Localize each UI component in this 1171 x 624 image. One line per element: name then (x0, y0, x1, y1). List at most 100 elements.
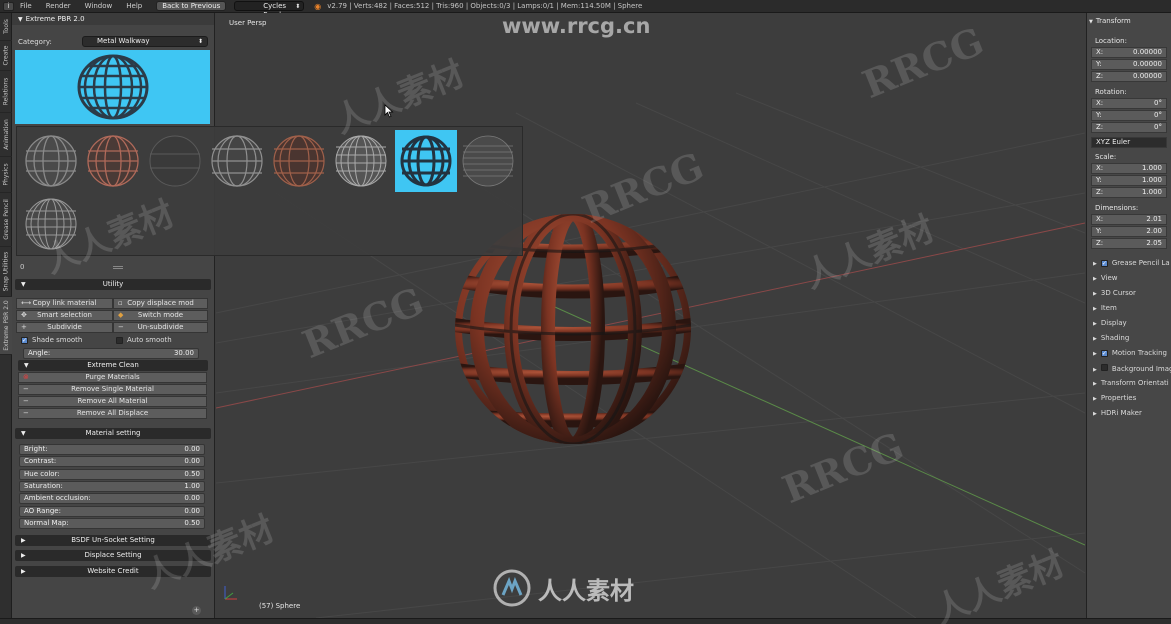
material-thumb[interactable] (20, 130, 82, 192)
section-background-images[interactable]: ▶ Background Imag (1093, 364, 1171, 373)
dimension-y-field[interactable]: Y: 2.00 (1091, 226, 1167, 237)
collapse-icon: ▼ (24, 362, 29, 369)
panel-header[interactable]: ▼ Extreme PBR 2.0 (12, 13, 214, 25)
scale-x-field[interactable]: X: 1.000 (1091, 163, 1167, 174)
back-to-previous-button[interactable]: Back to Previous (156, 1, 227, 11)
section-motion-tracking[interactable]: ▶ ✓ Motion Tracking (1093, 349, 1167, 357)
tab-physics[interactable]: Physics (0, 157, 12, 193)
section-3d-cursor[interactable]: ▶ 3D Cursor (1093, 289, 1136, 297)
normal-map-field[interactable]: Normal Map: 0.50 (19, 518, 205, 529)
menu-render[interactable]: Render (46, 2, 71, 10)
rotation-mode-select[interactable]: XYZ Euler (1091, 137, 1167, 148)
copy-displace-mod-button[interactable]: ▫ Copy displace mod (113, 298, 208, 309)
rotation-y-field[interactable]: Y: 0° (1091, 110, 1167, 121)
auto-smooth-checkbox[interactable]: Auto smooth (116, 336, 172, 344)
section-grease-pencil[interactable]: ▶ ✓ Grease Pencil La (1093, 259, 1170, 267)
section-display[interactable]: ▶ Display (1093, 319, 1127, 327)
collapse-icon: ▼ (21, 430, 26, 437)
location-x-field[interactable]: X: 0.00000 (1091, 47, 1167, 58)
section-hdri-maker[interactable]: ▶ HDRi Maker (1093, 409, 1142, 417)
subdivide-button[interactable]: + Subdivide (16, 322, 113, 333)
tab-extreme-pbr[interactable]: Extreme PBR 2.0 (0, 297, 12, 355)
rotation-x-field[interactable]: X: 0° (1091, 98, 1167, 109)
material-thumb[interactable] (206, 130, 268, 192)
material-preview[interactable] (15, 50, 210, 124)
shade-smooth-checkbox[interactable]: ✓ Shade smooth (21, 336, 82, 344)
extreme-clean-header[interactable]: ▼ Extreme Clean (18, 360, 208, 371)
section-view[interactable]: ▶ View (1093, 274, 1117, 282)
tab-snap-utilities[interactable]: Snap Utilities (0, 247, 12, 297)
material-thumb-selected[interactable] (395, 130, 457, 192)
category-select[interactable]: Metal Walkway (82, 36, 208, 47)
material-browser-popup (16, 126, 523, 256)
section-transform-orientations[interactable]: ▶ Transform Orientati (1093, 379, 1169, 387)
saturation-field[interactable]: Saturation: 1.00 (19, 481, 205, 492)
menu-help[interactable]: Help (126, 2, 142, 10)
collapse-icon: ▼ (18, 16, 23, 23)
cube-icon: ◆ (118, 311, 124, 319)
remove-all-displace-button[interactable]: − Remove All Displace (18, 408, 207, 419)
expand-icon: ▶ (1093, 351, 1097, 357)
tab-relations[interactable]: Relations (0, 71, 12, 113)
copy-link-material-button[interactable]: ⟷ Copy link material (16, 298, 113, 309)
utility-section-header[interactable]: ▼ Utility (15, 279, 211, 290)
render-engine-select[interactable]: Cycles Render (234, 1, 305, 19)
ao-range-field[interactable]: AO Range: 0.00 (19, 506, 205, 517)
material-setting-header[interactable]: ▼ Material setting (15, 428, 211, 439)
tab-animation[interactable]: Animation (0, 113, 12, 157)
expand-icon: ▶ (21, 537, 26, 544)
material-thumb[interactable] (20, 193, 82, 255)
material-thumb[interactable] (330, 130, 392, 192)
tab-create[interactable]: Create (0, 41, 12, 71)
sphere-thumb-icon (400, 135, 452, 187)
transform-header[interactable]: ▼ Transform (1089, 17, 1131, 25)
bsdf-setting-header[interactable]: ▶ BSDF Un-Socket Setting (15, 535, 211, 546)
sphere-thumb-icon (25, 198, 77, 250)
hue-color-field[interactable]: Hue color: 0.50 (19, 469, 205, 480)
3d-viewport[interactable]: User Persp (57) Sphere (216, 13, 1085, 618)
unsubdivide-button[interactable]: − Un-subdivide (113, 322, 208, 333)
website-credit-header[interactable]: ▶ Website Credit (15, 566, 211, 577)
material-thumb[interactable] (144, 130, 206, 192)
remove-single-material-button[interactable]: − Remove Single Material (18, 384, 207, 395)
location-y-field[interactable]: Y: 0.00000 (1091, 59, 1167, 70)
material-thumb[interactable] (82, 130, 144, 192)
material-thumb[interactable] (268, 130, 330, 192)
switch-mode-button[interactable]: ◆ Switch mode (113, 310, 208, 321)
category-value: Metal Walkway (97, 37, 150, 45)
watermark-url: www.rrcg.cn (502, 14, 651, 38)
section-properties[interactable]: ▶ Properties (1093, 394, 1136, 402)
minus-icon: − (23, 385, 29, 393)
dimension-z-field[interactable]: Z: 2.05 (1091, 238, 1167, 249)
ambient-occlusion-field[interactable]: Ambient occlusion: 0.00 (19, 493, 205, 504)
scale-y-field[interactable]: Y: 1.000 (1091, 175, 1167, 186)
purge-materials-button[interactable]: ⊗ Purge Materials (18, 372, 207, 383)
remove-all-material-button[interactable]: − Remove All Material (18, 396, 207, 407)
dimension-x-field[interactable]: X: 2.01 (1091, 214, 1167, 225)
link-icon: ⟷ (21, 299, 32, 307)
rotation-z-field[interactable]: Z: 0° (1091, 122, 1167, 133)
expand-icon: ▶ (21, 568, 26, 575)
displace-setting-header[interactable]: ▶ Displace Setting (15, 550, 211, 561)
material-thumb[interactable] (457, 130, 519, 192)
menu-file[interactable]: File (20, 2, 32, 10)
add-icon[interactable]: + (192, 606, 201, 615)
angle-field[interactable]: Angle: 30.00 (23, 348, 199, 359)
bright-field[interactable]: Bright: 0.00 (19, 444, 205, 455)
dimensions-label: Dimensions: (1095, 204, 1139, 212)
tab-tools[interactable]: Tools (0, 13, 12, 41)
info-icon[interactable]: i (3, 1, 14, 11)
menu-window[interactable]: Window (85, 2, 113, 10)
panel-title: Extreme PBR 2.0 (25, 15, 85, 23)
section-shading[interactable]: ▶ Shading (1093, 334, 1129, 342)
tab-grease-pencil[interactable]: Grease Pencil (0, 193, 12, 247)
resize-handle[interactable] (113, 266, 123, 269)
scale-z-field[interactable]: Z: 1.000 (1091, 187, 1167, 198)
contrast-field[interactable]: Contrast: 0.00 (19, 456, 205, 467)
section-item[interactable]: ▶ Item (1093, 304, 1117, 312)
sphere-thumb-icon (335, 135, 387, 187)
expand-icon: ▶ (1093, 261, 1097, 267)
location-z-field[interactable]: Z: 0.00000 (1091, 71, 1167, 82)
smart-selection-button[interactable]: ✥ Smart selection (16, 310, 113, 321)
rrcg-logo-icon (493, 569, 531, 607)
